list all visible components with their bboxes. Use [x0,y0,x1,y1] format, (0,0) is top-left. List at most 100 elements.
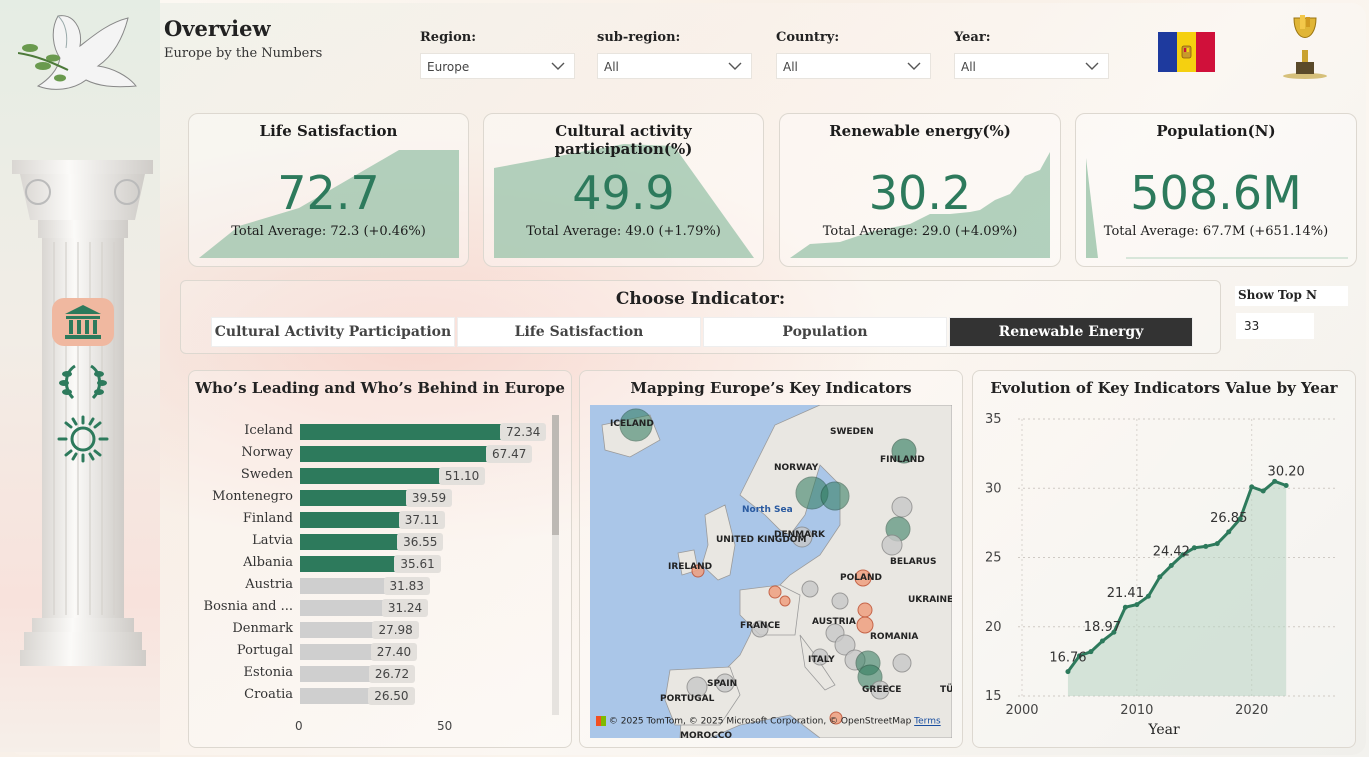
map-label: AUSTRIA [812,617,856,627]
chevron-down-icon [551,62,565,70]
data-point[interactable] [1249,484,1255,490]
year-select-value: All [961,60,976,74]
bar[interactable] [300,688,377,704]
topn-input[interactable]: 33 [1236,313,1314,339]
bar-row[interactable]: Bosnia and ... 31.24 [189,599,573,617]
bar-country-label: Croatia [244,687,293,702]
kpi-value: 30.2 [868,166,972,220]
nav-laurel[interactable] [52,358,114,406]
kpi-card-cultural-participation[interactable]: Cultural activity participation(%) 49.9 … [483,113,764,267]
bar[interactable] [300,468,447,484]
topn-label: Show Top N [1235,286,1348,306]
y-tick-label: 35 [985,412,1002,427]
bar[interactable] [300,666,377,682]
data-point[interactable] [1260,488,1266,494]
bar-value-label: 31.83 [383,577,430,595]
map-label: GREECE [862,685,902,695]
kpi-card-life-satisfaction[interactable]: Life Satisfaction 72.7 Total Average: 72… [188,113,469,267]
page-title: Overview [164,16,271,41]
bar-row[interactable]: Finland 37.11 [189,511,573,529]
evolution-panel: Evolution of Key Indicators Value by Yea… [972,370,1356,748]
data-point[interactable] [1214,541,1220,547]
europe-map[interactable]: ICELAND SWEDEN NORWAY FINLAND North Sea UNITE… [590,405,952,738]
map-label: UKRAINE [908,595,952,605]
bar[interactable] [300,556,403,572]
data-point[interactable] [1168,563,1174,569]
kpi-average: Total Average: 49.0 (+1.79%) [526,224,721,239]
bar[interactable] [300,490,414,506]
bar[interactable] [300,512,407,528]
data-point[interactable] [1226,529,1232,535]
map-label: ITALY [808,655,835,665]
country-select[interactable]: All [776,53,931,79]
bar[interactable] [300,424,508,440]
map-terms-link[interactable]: Terms [914,717,941,727]
data-point[interactable] [1099,638,1105,644]
x-tick-label: 2000 [1005,703,1038,718]
bar-row[interactable]: Albania 35.61 [189,555,573,573]
bar-row[interactable]: Portugal 27.40 [189,643,573,661]
map-credit: © 2025 TomTom, © 2025 Microsoft Corporat… [596,716,941,727]
map-panel: Mapping Europe’s Key Indicators ICELAND … [579,370,963,748]
map-label: BELARUS [890,557,937,567]
bar-country-label: Albania [243,555,293,570]
y-tick-label: 15 [985,689,1002,704]
bar[interactable] [300,644,379,660]
bar[interactable] [300,534,406,550]
bar[interactable] [300,622,381,638]
scrollbar-thumb[interactable] [552,415,559,535]
kpi-card-population[interactable]: Population(N) 508.6M Total Average: 67.7… [1075,113,1357,267]
bar-value-label: 31.24 [381,599,429,617]
kpi-card-renewable-energy[interactable]: Renewable energy(%) 30.2 Total Average: … [779,113,1061,267]
bar-row[interactable]: Denmark 27.98 [189,621,573,639]
bar-country-label: Sweden [240,467,293,482]
data-point[interactable] [1145,593,1151,599]
bar-row[interactable]: Montenegro 39.59 [189,489,573,507]
year-select[interactable]: All [954,53,1109,79]
map-label: MOROCCO [680,731,733,738]
bar[interactable] [300,446,494,462]
data-point[interactable] [1203,543,1209,549]
bar-row[interactable]: Sweden 51.10 [189,467,573,485]
bar-row[interactable]: Austria 31.83 [189,577,573,595]
data-point[interactable] [1191,545,1197,551]
map-label: ROMANIA [870,632,919,642]
filter-subregion: sub-region: All [597,30,752,79]
bar-country-label: Portugal [236,643,293,658]
region-select[interactable]: Europe [420,53,575,79]
data-point[interactable] [1272,478,1278,484]
leaders-panel: Who’s Leading and Who’s Behind in Europe… [188,370,572,748]
map-label: North Sea [742,505,793,515]
region-select-value: Europe [427,60,470,74]
bar-row[interactable]: Croatia 26.50 [189,687,573,705]
nav-sun[interactable] [52,415,114,463]
data-point[interactable] [1283,482,1289,488]
indicator-option-cultural[interactable]: Cultural Activity Participation [211,317,455,347]
indicator-panel: Choose Indicator: Cultural Activity Part… [180,280,1221,354]
nav-overview[interactable] [52,298,114,346]
data-point[interactable] [1157,574,1163,580]
data-label: 26.85 [1210,511,1247,526]
indicator-option-life-satisfaction[interactable]: Life Satisfaction [457,317,701,347]
bar-row[interactable]: Norway 67.47 [189,445,573,463]
subregion-select[interactable]: All [597,53,752,79]
chevron-down-icon [1085,62,1099,70]
data-label: 16.76 [1049,651,1086,666]
data-point[interactable] [1122,604,1128,610]
map-label: SWEDEN [830,427,874,437]
data-point[interactable] [1134,602,1140,608]
indicator-option-population[interactable]: Population [703,317,947,347]
data-point[interactable] [1065,669,1071,675]
page-subtitle: Europe by the Numbers [164,46,323,61]
bar-value-label: 26.72 [368,665,416,683]
bar[interactable] [300,578,392,594]
map-label: TÜ [940,685,952,695]
kpi-title: Cultural activity participation(%) [554,122,693,158]
bar-row[interactable]: Iceland 72.34 [189,423,573,441]
data-point[interactable] [1088,649,1094,655]
bar-row[interactable]: Latvia 36.55 [189,533,573,551]
indicator-option-renewable[interactable]: Renewable Energy [949,317,1193,347]
bar[interactable] [300,600,390,616]
bar-row[interactable]: Estonia 26.72 [189,665,573,683]
subregion-select-value: All [604,60,619,74]
